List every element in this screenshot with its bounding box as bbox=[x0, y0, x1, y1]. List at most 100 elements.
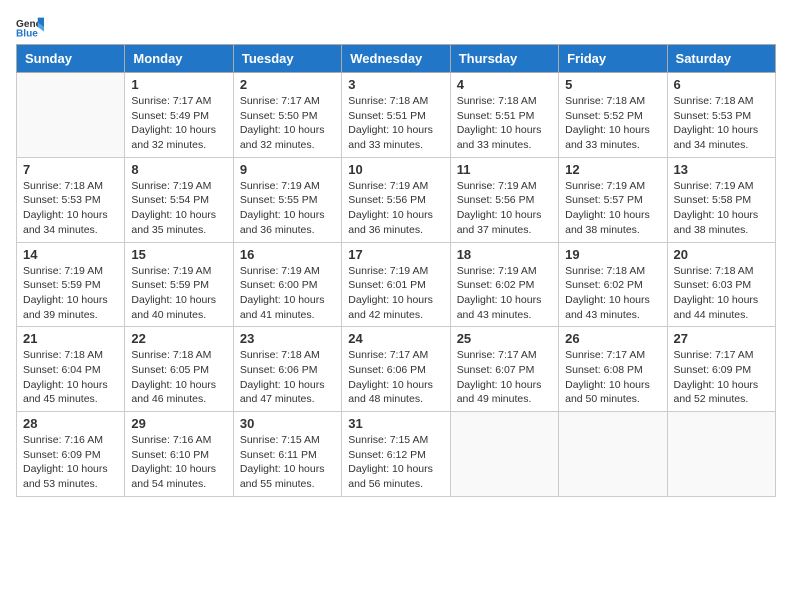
day-number: 26 bbox=[565, 331, 660, 346]
day-number: 21 bbox=[23, 331, 118, 346]
logo: General Blue bbox=[16, 16, 48, 38]
calendar-cell: 22 Sunrise: 7:18 AM Sunset: 6:05 PM Dayli… bbox=[125, 327, 233, 412]
day-number: 16 bbox=[240, 247, 335, 262]
calendar-cell bbox=[450, 412, 558, 497]
day-of-week-header: Monday bbox=[125, 45, 233, 73]
day-info: Sunrise: 7:17 AM Sunset: 6:09 PM Dayligh… bbox=[674, 348, 769, 407]
calendar-cell: 28 Sunrise: 7:16 AM Sunset: 6:09 PM Dayli… bbox=[17, 412, 125, 497]
calendar-cell bbox=[17, 73, 125, 158]
day-number: 4 bbox=[457, 77, 552, 92]
calendar-cell: 13 Sunrise: 7:19 AM Sunset: 5:58 PM Dayli… bbox=[667, 157, 775, 242]
calendar-cell: 29 Sunrise: 7:16 AM Sunset: 6:10 PM Dayli… bbox=[125, 412, 233, 497]
calendar-cell: 12Sunrise: 7:19 AM Sunset: 5:57 PM Dayli… bbox=[559, 157, 667, 242]
calendar-week-row: 14 Sunrise: 7:19 AM Sunset: 5:59 PM Dayli… bbox=[17, 242, 776, 327]
svg-text:Blue: Blue bbox=[16, 28, 38, 38]
day-info: Sunrise: 7:16 AM Sunset: 6:10 PM Dayligh… bbox=[131, 433, 226, 492]
day-number: 2 bbox=[240, 77, 335, 92]
day-number: 19 bbox=[565, 247, 660, 262]
day-number: 14 bbox=[23, 247, 118, 262]
day-number: 15 bbox=[131, 247, 226, 262]
logo-icon: General Blue bbox=[16, 16, 44, 38]
day-info: Sunrise: 7:19 AM Sunset: 5:59 PM Dayligh… bbox=[131, 264, 226, 323]
calendar-cell: 3Sunrise: 7:18 AM Sunset: 5:51 PM Daylig… bbox=[342, 73, 450, 158]
day-number: 3 bbox=[348, 77, 443, 92]
day-number: 22 bbox=[131, 331, 226, 346]
day-number: 18 bbox=[457, 247, 552, 262]
day-info: Sunrise: 7:15 AM Sunset: 6:12 PM Dayligh… bbox=[348, 433, 443, 492]
page-header: General Blue bbox=[16, 16, 776, 38]
day-of-week-header: Wednesday bbox=[342, 45, 450, 73]
day-of-week-header: Tuesday bbox=[233, 45, 341, 73]
calendar-cell: 16 Sunrise: 7:19 AM Sunset: 6:00 PM Dayli… bbox=[233, 242, 341, 327]
day-of-week-header: Saturday bbox=[667, 45, 775, 73]
day-info: Sunrise: 7:18 AM Sunset: 5:51 PM Dayligh… bbox=[457, 94, 552, 153]
day-info: Sunrise: 7:18 AM Sunset: 6:05 PM Dayligh… bbox=[131, 348, 226, 407]
day-number: 27 bbox=[674, 331, 769, 346]
calendar-cell: 5Sunrise: 7:18 AM Sunset: 5:52 PM Daylig… bbox=[559, 73, 667, 158]
day-info: Sunrise: 7:19 AM Sunset: 5:59 PM Dayligh… bbox=[23, 264, 118, 323]
calendar-cell bbox=[559, 412, 667, 497]
day-number: 5 bbox=[565, 77, 660, 92]
day-info: Sunrise: 7:18 AM Sunset: 6:04 PM Dayligh… bbox=[23, 348, 118, 407]
calendar-cell bbox=[667, 412, 775, 497]
calendar-table: SundayMondayTuesdayWednesdayThursdayFrid… bbox=[16, 44, 776, 497]
day-info: Sunrise: 7:19 AM Sunset: 5:56 PM Dayligh… bbox=[457, 179, 552, 238]
calendar-cell: 30 Sunrise: 7:15 AM Sunset: 6:11 PM Dayli… bbox=[233, 412, 341, 497]
calendar-cell: 9 Sunrise: 7:19 AM Sunset: 5:55 PM Daylig… bbox=[233, 157, 341, 242]
day-info: Sunrise: 7:19 AM Sunset: 5:56 PM Dayligh… bbox=[348, 179, 443, 238]
day-number: 6 bbox=[674, 77, 769, 92]
calendar-week-row: 21 Sunrise: 7:18 AM Sunset: 6:04 PM Dayli… bbox=[17, 327, 776, 412]
calendar-cell: 24 Sunrise: 7:17 AM Sunset: 6:06 PM Dayli… bbox=[342, 327, 450, 412]
day-number: 7 bbox=[23, 162, 118, 177]
day-number: 23 bbox=[240, 331, 335, 346]
day-number: 24 bbox=[348, 331, 443, 346]
calendar-cell: 15 Sunrise: 7:19 AM Sunset: 5:59 PM Dayli… bbox=[125, 242, 233, 327]
day-info: Sunrise: 7:19 AM Sunset: 6:01 PM Dayligh… bbox=[348, 264, 443, 323]
day-number: 11 bbox=[457, 162, 552, 177]
day-number: 28 bbox=[23, 416, 118, 431]
day-info: Sunrise: 7:19 AM Sunset: 5:54 PM Dayligh… bbox=[131, 179, 226, 238]
day-info: Sunrise: 7:17 AM Sunset: 6:07 PM Dayligh… bbox=[457, 348, 552, 407]
day-info: Sunrise: 7:15 AM Sunset: 6:11 PM Dayligh… bbox=[240, 433, 335, 492]
day-of-week-header: Friday bbox=[559, 45, 667, 73]
day-number: 10 bbox=[348, 162, 443, 177]
day-info: Sunrise: 7:18 AM Sunset: 6:06 PM Dayligh… bbox=[240, 348, 335, 407]
calendar-cell: 26 Sunrise: 7:17 AM Sunset: 6:08 PM Dayli… bbox=[559, 327, 667, 412]
day-info: Sunrise: 7:17 AM Sunset: 6:08 PM Dayligh… bbox=[565, 348, 660, 407]
day-info: Sunrise: 7:17 AM Sunset: 6:06 PM Dayligh… bbox=[348, 348, 443, 407]
calendar-week-row: 28 Sunrise: 7:16 AM Sunset: 6:09 PM Dayli… bbox=[17, 412, 776, 497]
day-info: Sunrise: 7:17 AM Sunset: 5:49 PM Dayligh… bbox=[131, 94, 226, 153]
calendar-week-row: 1 Sunrise: 7:17 AM Sunset: 5:49 PM Daylig… bbox=[17, 73, 776, 158]
day-number: 12 bbox=[565, 162, 660, 177]
day-info: Sunrise: 7:17 AM Sunset: 5:50 PM Dayligh… bbox=[240, 94, 335, 153]
day-info: Sunrise: 7:18 AM Sunset: 5:53 PM Dayligh… bbox=[23, 179, 118, 238]
day-info: Sunrise: 7:19 AM Sunset: 5:58 PM Dayligh… bbox=[674, 179, 769, 238]
day-info: Sunrise: 7:18 AM Sunset: 5:53 PM Dayligh… bbox=[674, 94, 769, 153]
calendar-week-row: 7 Sunrise: 7:18 AM Sunset: 5:53 PM Daylig… bbox=[17, 157, 776, 242]
day-info: Sunrise: 7:18 AM Sunset: 6:02 PM Dayligh… bbox=[565, 264, 660, 323]
calendar-cell: 21 Sunrise: 7:18 AM Sunset: 6:04 PM Dayli… bbox=[17, 327, 125, 412]
day-info: Sunrise: 7:19 AM Sunset: 6:00 PM Dayligh… bbox=[240, 264, 335, 323]
calendar-cell: 18 Sunrise: 7:19 AM Sunset: 6:02 PM Dayli… bbox=[450, 242, 558, 327]
day-info: Sunrise: 7:16 AM Sunset: 6:09 PM Dayligh… bbox=[23, 433, 118, 492]
calendar-cell: 11 Sunrise: 7:19 AM Sunset: 5:56 PM Dayli… bbox=[450, 157, 558, 242]
day-number: 29 bbox=[131, 416, 226, 431]
calendar-cell: 25Sunrise: 7:17 AM Sunset: 6:07 PM Dayli… bbox=[450, 327, 558, 412]
calendar-cell: 31 Sunrise: 7:15 AM Sunset: 6:12 PM Dayli… bbox=[342, 412, 450, 497]
day-number: 13 bbox=[674, 162, 769, 177]
calendar-cell: 8Sunrise: 7:19 AM Sunset: 5:54 PM Daylig… bbox=[125, 157, 233, 242]
calendar-cell: 4 Sunrise: 7:18 AM Sunset: 5:51 PM Daylig… bbox=[450, 73, 558, 158]
day-number: 1 bbox=[131, 77, 226, 92]
calendar-cell: 23 Sunrise: 7:18 AM Sunset: 6:06 PM Dayli… bbox=[233, 327, 341, 412]
calendar-cell: 6 Sunrise: 7:18 AM Sunset: 5:53 PM Daylig… bbox=[667, 73, 775, 158]
day-number: 20 bbox=[674, 247, 769, 262]
day-number: 31 bbox=[348, 416, 443, 431]
calendar-cell: 19 Sunrise: 7:18 AM Sunset: 6:02 PM Dayli… bbox=[559, 242, 667, 327]
day-number: 30 bbox=[240, 416, 335, 431]
calendar-cell: 14 Sunrise: 7:19 AM Sunset: 5:59 PM Dayli… bbox=[17, 242, 125, 327]
calendar-header-row: SundayMondayTuesdayWednesdayThursdayFrid… bbox=[17, 45, 776, 73]
calendar-cell: 2 Sunrise: 7:17 AM Sunset: 5:50 PM Daylig… bbox=[233, 73, 341, 158]
day-number: 9 bbox=[240, 162, 335, 177]
day-info: Sunrise: 7:19 AM Sunset: 6:02 PM Dayligh… bbox=[457, 264, 552, 323]
day-info: Sunrise: 7:19 AM Sunset: 5:55 PM Dayligh… bbox=[240, 179, 335, 238]
